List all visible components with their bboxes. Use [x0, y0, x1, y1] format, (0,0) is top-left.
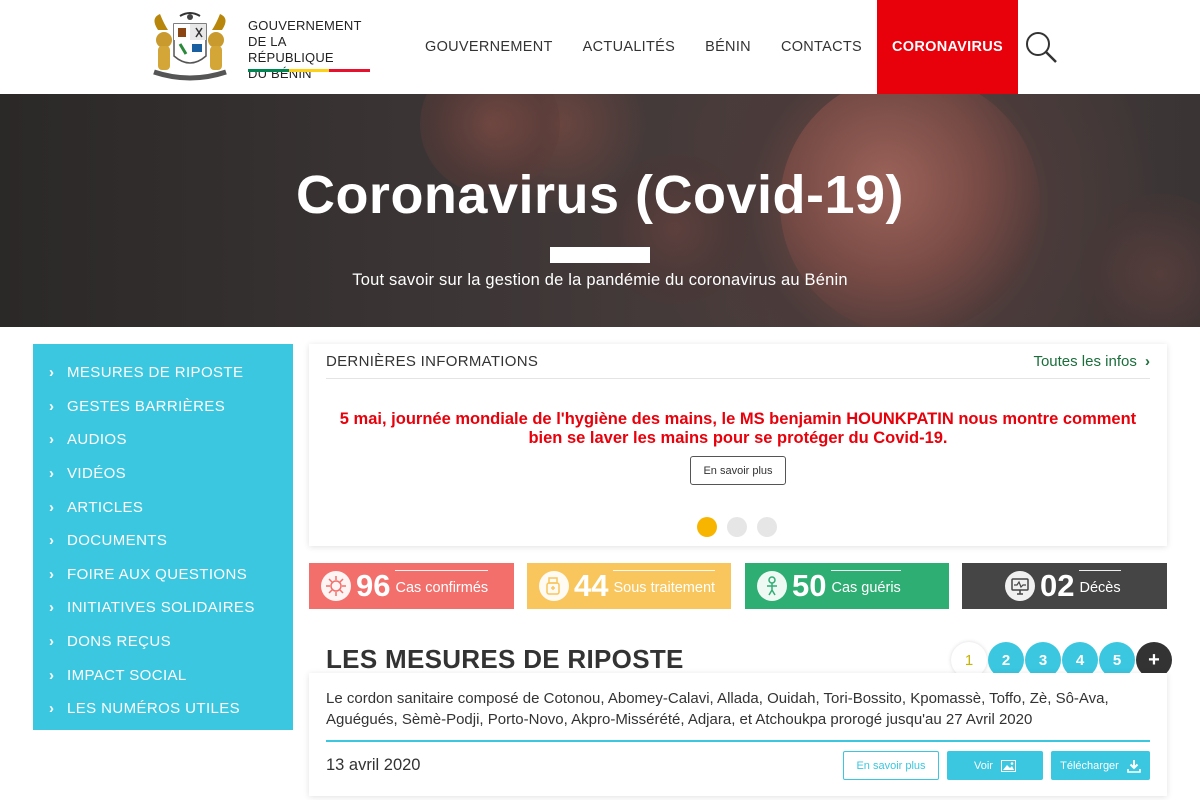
- sidebar-item-initiatives[interactable]: › INITIATIVES SOLIDAIRES: [33, 591, 293, 625]
- hero-banner: Coronavirus (Covid-19) Tout savoir sur l…: [0, 94, 1200, 327]
- sidebar-item-label: AUDIOS: [67, 431, 127, 449]
- chevron-right-icon: ›: [49, 465, 55, 483]
- download-button[interactable]: Télécharger: [1051, 751, 1150, 780]
- sidebar-item-articles[interactable]: › ARTICLES: [33, 490, 293, 524]
- all-news-link[interactable]: Toutes les infos ›: [1033, 353, 1150, 370]
- measure-more-button[interactable]: En savoir plus: [843, 751, 939, 780]
- latest-news-card: DERNIÈRES INFORMATIONS Toutes les infos …: [309, 344, 1167, 546]
- sidebar-item-audios[interactable]: › AUDIOS: [33, 423, 293, 457]
- divider: [326, 740, 1150, 742]
- news-title: DERNIÈRES INFORMATIONS: [326, 353, 539, 370]
- page-title: Coronavirus (Covid-19): [295, 165, 905, 225]
- stat-value: 44: [574, 568, 609, 603]
- page-subtitle: Tout savoir sur la gestion de la pandémi…: [352, 271, 848, 289]
- measure-text: Le cordon sanitaire composé de Cotonou, …: [326, 690, 1109, 728]
- sidebar-item-dons[interactable]: › DONS REÇUS: [33, 625, 293, 659]
- stat-label: Sous traitement: [613, 570, 715, 596]
- all-news-label: Toutes les infos: [1033, 353, 1137, 370]
- carousel-dot-3[interactable]: [757, 517, 777, 537]
- sidebar-item-label: INITIATIVES SOLIDAIRES: [67, 599, 255, 617]
- person-icon: [757, 571, 787, 601]
- chevron-right-icon: ›: [49, 633, 55, 651]
- chevron-right-icon: ›: [49, 498, 55, 516]
- carousel-dots: [697, 517, 777, 537]
- stat-value: 02: [1040, 568, 1075, 603]
- sidebar-item-label: IMPACT SOCIAL: [67, 666, 187, 684]
- stat-label: Cas guéris: [831, 570, 902, 596]
- stat-recovered: 50 Cas guéris: [745, 563, 949, 609]
- sidebar-item-documents[interactable]: › DOCUMENTS: [33, 524, 293, 558]
- sidebar-item-gestes[interactable]: › GESTES BARRIÈRES: [33, 390, 293, 424]
- search-icon[interactable]: [1024, 30, 1058, 64]
- divider: [326, 378, 1150, 379]
- sidebar-item-faq[interactable]: › FOIRE AUX QUESTIONS: [33, 558, 293, 592]
- sidebar-item-label: LES NUMÉROS UTILES: [67, 700, 241, 718]
- sidebar-item-videos[interactable]: › VIDÉOS: [33, 457, 293, 491]
- nav-gouvernement[interactable]: GOUVERNEMENT: [410, 0, 568, 94]
- flag-bar: [248, 69, 371, 72]
- sidebar-item-label: FOIRE AUX QUESTIONS: [67, 565, 248, 583]
- view-button[interactable]: Voir: [947, 751, 1043, 780]
- sidebar-item-label: GESTES BARRIÈRES: [67, 397, 226, 415]
- stat-label: Décès: [1079, 570, 1121, 596]
- stat-value: 96: [356, 568, 391, 603]
- download-icon: [1127, 759, 1141, 773]
- measures-title: LES MESURES DE RIPOSTE: [326, 644, 684, 674]
- chevron-right-icon: ›: [49, 565, 55, 583]
- brand-line: GOUVERNEMENT: [248, 18, 362, 33]
- sidebar-item-label: ARTICLES: [67, 498, 144, 516]
- monitor-icon: [1005, 571, 1035, 601]
- news-more-button[interactable]: En savoir plus: [690, 456, 786, 485]
- news-headline[interactable]: 5 mai, journée mondiale de l'hygiène des…: [339, 410, 1137, 448]
- nav-benin[interactable]: BÉNIN: [690, 0, 766, 94]
- chevron-right-icon: ›: [49, 431, 55, 449]
- sidebar-item-numeros[interactable]: › LES NUMÉROS UTILES: [33, 692, 293, 726]
- measure-card: Le cordon sanitaire composé de Cotonou, …: [309, 673, 1167, 796]
- medicine-icon: [539, 571, 569, 601]
- sidebar-item-label: MESURES DE RIPOSTE: [67, 364, 244, 382]
- stat-label: Cas confirmés: [395, 570, 488, 596]
- sidebar-menu: › MESURES DE RIPOSTE › GESTES BARRIÈRES › A…: [33, 344, 293, 730]
- download-label: Télécharger: [1060, 759, 1119, 772]
- chevron-right-icon: ›: [49, 532, 55, 550]
- carousel-dot-1[interactable]: [697, 517, 717, 537]
- stat-value: 50: [792, 568, 827, 603]
- view-label: Voir: [974, 759, 993, 772]
- sidebar-item-label: VIDÉOS: [67, 465, 127, 483]
- chevron-right-icon: ›: [49, 700, 55, 718]
- stat-deaths: 02 Décès: [962, 563, 1167, 609]
- sidebar-item-impact[interactable]: › IMPACT SOCIAL: [33, 658, 293, 692]
- sidebar-item-label: DOCUMENTS: [67, 532, 168, 550]
- stat-confirmed: 96 Cas confirmés: [309, 563, 514, 609]
- measure-date: 13 avril 2020: [326, 756, 421, 774]
- chevron-right-icon: ›: [49, 364, 55, 382]
- nav-coronavirus[interactable]: CORONAVIRUS: [877, 0, 1018, 94]
- chevron-right-icon: ›: [49, 397, 55, 415]
- coat-of-arms-logo[interactable]: [150, 10, 230, 82]
- sidebar-item-mesures[interactable]: › MESURES DE RIPOSTE: [33, 356, 293, 390]
- image-icon: [1000, 759, 1016, 772]
- site-header: GOUVERNEMENT DE LA RÉPUBLIQUE DU BÉNIN G…: [0, 0, 1200, 94]
- brand-line: DE LA RÉPUBLIQUE: [248, 34, 334, 65]
- stat-treatment: 44 Sous traitement: [527, 563, 731, 609]
- nav-contacts[interactable]: CONTACTS: [766, 0, 877, 94]
- chevron-right-icon: ›: [49, 599, 55, 617]
- carousel-dot-2[interactable]: [727, 517, 747, 537]
- main-nav: GOUVERNEMENT ACTUALITÉS BÉNIN CONTACTS C…: [410, 0, 1018, 94]
- nav-actualites[interactable]: ACTUALITÉS: [568, 0, 690, 94]
- sidebar-item-label: DONS REÇUS: [67, 633, 172, 651]
- brand-name[interactable]: GOUVERNEMENT DE LA RÉPUBLIQUE DU BÉNIN: [248, 18, 373, 82]
- virus-icon: [321, 571, 351, 601]
- title-underline: [550, 247, 650, 263]
- chevron-right-icon: ›: [49, 666, 55, 684]
- chevron-right-icon: ›: [1145, 353, 1150, 370]
